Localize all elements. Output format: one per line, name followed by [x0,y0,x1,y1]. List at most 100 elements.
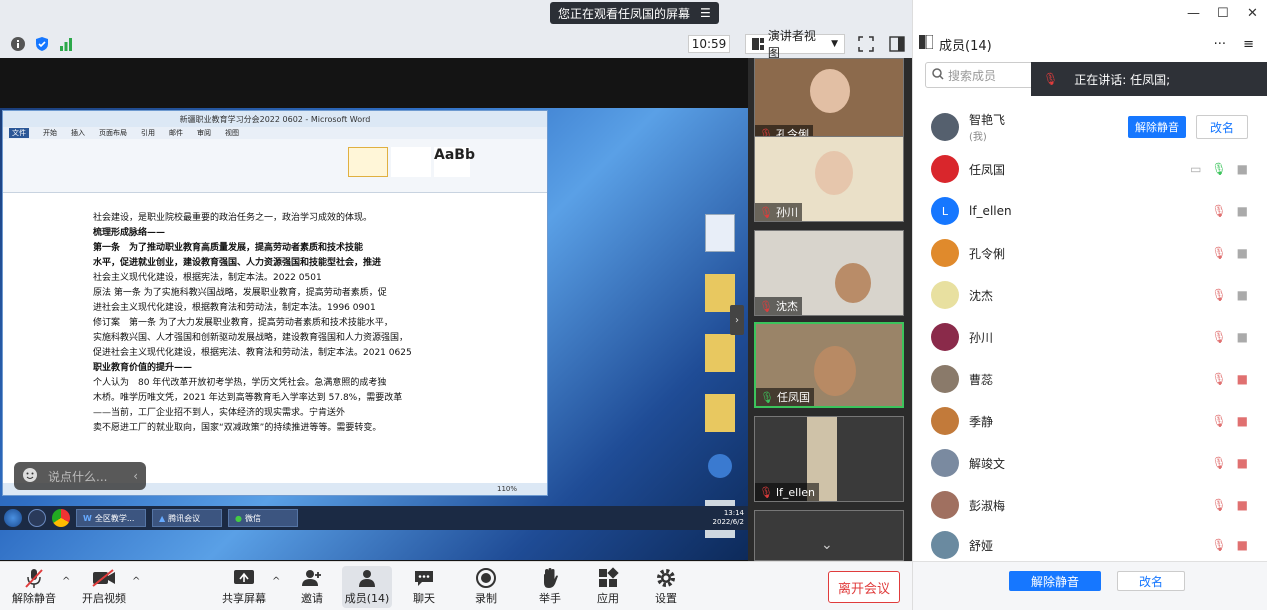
member-actions: 🎙 ■ [1211,288,1248,302]
member-row[interactable]: 孙川 🎙 ■ [913,316,1267,358]
member-name: 舒娅 [969,538,994,553]
member-row[interactable]: 沈杰 🎙 ■ [913,274,1267,316]
close-icon[interactable]: ✕ [1247,6,1258,21]
desktop-icon[interactable] [705,214,735,252]
style-swatch[interactable]: AaBb [434,147,475,177]
word-window[interactable]: 新疆职业教育学习分会2022 0602 - Microsoft Word 文件 … [2,110,548,496]
maximize-icon[interactable]: ☐ [1217,6,1229,21]
member-search-input[interactable]: 搜索成员 [925,62,1037,88]
emoji-icon[interactable] [22,467,38,486]
caret-up-icon[interactable]: ^ [272,576,280,587]
view-mode-select[interactable]: 演讲者视图 ▼ [745,29,845,60]
settings-button[interactable]: 设置 [640,566,692,606]
taskbar-app[interactable]: ● 微信 [228,509,298,527]
zoom-level: 110% [496,485,517,493]
panel-header: 成员(14) ··· ≡ [913,32,1267,56]
video-tile[interactable]: 🎙 孔令俐 [754,58,904,144]
taskbar-app[interactable]: ▲ 腾讯会议 [152,509,222,527]
caret-up-icon[interactable]: ^ [62,576,70,587]
start-video-button[interactable]: 开启视频 [78,566,130,606]
member-row[interactable]: 季静 🎙 ■ [913,400,1267,442]
member-row[interactable]: 曹蕊 🎙 ■ [913,358,1267,400]
folder-icon[interactable] [705,394,735,432]
word-tab[interactable]: 视图 [225,128,239,138]
collapse-icon[interactable]: ‹ [133,469,138,483]
member-actions: 🎙 ■ [1211,204,1248,218]
info-icon[interactable] [10,36,26,52]
member-row[interactable]: 解竣文 🎙 ■ [913,442,1267,484]
style-swatch[interactable] [348,147,388,177]
list-icon[interactable]: ≡ [1243,37,1254,52]
sidebar-toggle-icon[interactable] [889,36,905,52]
signal-icon[interactable] [58,36,74,52]
rename-footer-button[interactable]: 改名 [1117,571,1185,591]
video-tile[interactable]: ⌄ [754,510,904,561]
unmute-button[interactable]: 解除静音 [8,566,60,606]
mic-muted-icon: 🎙 [759,299,773,313]
network-icon[interactable] [708,454,732,478]
member-name: 孔令俐 [969,246,1006,261]
shield-icon[interactable] [34,36,50,52]
word-tab[interactable]: 文件 [9,128,29,138]
share-screen-label: 共享屏幕 [222,592,266,605]
chat-button[interactable]: 聊天 [398,566,450,606]
word-tab[interactable]: 开始 [43,128,57,138]
minimize-icon[interactable]: — [1187,6,1200,21]
word-tab[interactable]: 插入 [71,128,85,138]
word-ribbon: AaBb [3,139,547,193]
more-icon[interactable]: ··· [1214,37,1226,52]
system-tray[interactable]: 13:14 2022/6/2 [713,509,744,527]
member-row[interactable]: 彭淑梅 🎙 ■ [913,484,1267,526]
mic-on-icon: 🎙 [1211,162,1227,176]
rename-button[interactable]: 改名 [1196,115,1248,139]
video-tile[interactable]: 🎙 孙川 [754,136,904,222]
video-tile[interactable]: 🎙 沈杰 [754,230,904,316]
record-button[interactable]: 录制 [460,566,512,606]
taskbar-app[interactable]: W 全区教学... [76,509,146,527]
unmute-all-button[interactable]: 解除静音 [1009,571,1101,591]
gear-icon [655,566,677,590]
apps-button[interactable]: 应用 [582,566,634,606]
mic-muted-icon [23,566,45,590]
unmute-self-button[interactable]: 解除静音 [1128,116,1186,138]
style-swatch[interactable] [391,147,431,177]
start-icon[interactable] [4,509,22,527]
caret-up-icon[interactable]: ^ [132,576,140,587]
members-panel: — ☐ ✕ 成员(14) ··· ≡ 搜索成员 🎙 正在讲话: 任凤国; 智艳飞… [912,0,1267,610]
tile-name-bar: 🎙 任凤国 [756,388,814,406]
speaking-text: 正在讲话: 任凤国; [1074,72,1171,87]
member-row[interactable]: 舒娅 🎙 ■ [913,524,1267,566]
members-button[interactable]: 成员(14) [342,566,392,608]
word-tab[interactable]: 引用 [141,128,155,138]
member-row[interactable]: 孔令俐 🎙 ■ [913,232,1267,274]
member-row[interactable]: L lf_ellen 🎙 ■ [913,190,1267,232]
member-actions: 🎙 ■ [1211,456,1248,470]
invite-button[interactable]: 邀请 [286,566,338,606]
member-row[interactable]: 任凤国 ▭ 🎙 ■ [913,148,1267,190]
chevron-right-icon[interactable]: › [730,305,744,335]
avatar [931,323,959,351]
folder-icon[interactable] [705,334,735,372]
word-tab[interactable]: 邮件 [169,128,183,138]
search-icon[interactable] [28,509,46,527]
video-tile[interactable]: 🎙 任凤国 [754,322,904,408]
word-tab[interactable]: 审阅 [197,128,211,138]
fullscreen-icon[interactable] [858,36,874,52]
chat-input-float[interactable]: 说点什么... ‹ [14,462,146,490]
word-document-page[interactable]: 社会建设，是职业院校最重要的政治任务之一，政治学习成效的体现。 梳理形成脉络——… [15,205,523,475]
video-tile[interactable]: 🎙 lf_ellen [754,416,904,502]
member-actions: 🎙 ■ [1211,246,1248,260]
meeting-icon: ▲ [159,513,166,523]
doc-line: 职业教育价值的提升—— [93,363,193,373]
taskbar-app-label: 腾讯会议 [168,513,201,523]
word-tab[interactable]: 页面布局 [99,128,127,138]
chrome-icon[interactable] [52,509,70,527]
menu-icon[interactable]: ☰ [700,6,711,20]
chevron-down-icon[interactable]: ⌄ [821,537,833,553]
raise-hand-button[interactable]: 举手 [524,566,576,606]
leave-meeting-button[interactable]: 离开会议 [828,571,900,603]
avatar [931,449,959,477]
member-row[interactable]: 智艳飞 (我) 解除静音 改名 [913,106,1267,148]
share-screen-button[interactable]: 共享屏幕 [218,566,270,606]
windows-taskbar: W 全区教学... ▲ 腾讯会议 ● 微信 13:14 2022/6/2 [0,506,748,530]
